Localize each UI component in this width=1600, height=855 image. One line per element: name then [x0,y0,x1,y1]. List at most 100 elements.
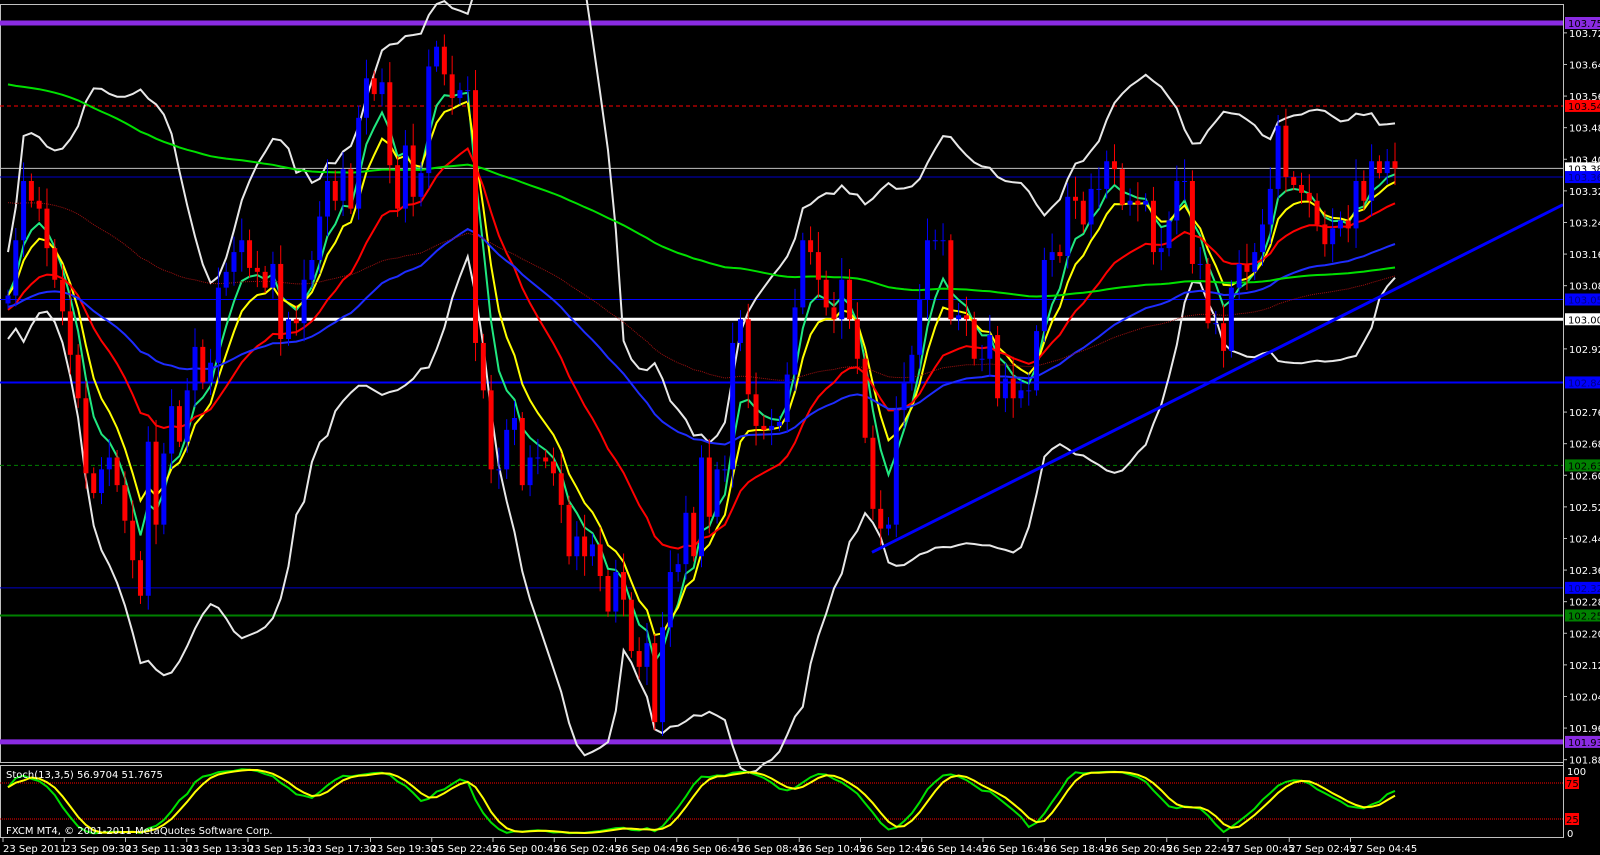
time-tick-label: 23 Sep 11:30 [126,844,193,855]
candle-body [1205,263,1211,324]
candle-body [1322,224,1328,245]
candle [1205,258,1211,329]
candle-body [917,299,923,355]
candle-body [184,390,190,442]
price-level-tag-label: 103.750 [1568,19,1600,30]
candle-body [1353,181,1359,229]
candle [1228,280,1234,358]
candle-body [1298,184,1304,193]
price-level-tag-label: 102.840 [1568,378,1600,389]
candle-body [987,335,993,359]
candle [652,634,658,731]
candle [161,442,167,535]
platform-caption: FXCM MT4, © 2001-2011 MetaQuotes Softwar… [6,826,273,837]
candle-body [1034,331,1040,391]
mt4-chart-window[interactable]: Stoch(13,3,5) 56.9704 51.7675 FXCM MT4, … [0,0,1600,855]
time-tick-label: 26 Sep 10:45 [799,844,866,855]
time-tick-label: 26 Sep 08:45 [738,844,805,855]
candle-body [1088,188,1094,225]
candle [348,163,354,214]
candle-body [1127,200,1133,205]
candle-body [737,319,743,343]
candle-body [317,216,323,260]
candle [395,156,401,217]
candle-body [745,319,751,395]
time-tick-label: 27 Sep 00:45 [1228,844,1295,855]
candle [691,506,697,562]
time-tick-label: 23 Sep 19:30 [371,844,438,855]
candle-body [1135,200,1141,205]
candle-body [543,457,549,462]
candle-body [901,382,907,411]
candle-body [1228,287,1234,351]
chart-background [0,0,1600,855]
candle-body [722,469,728,471]
candle-body [862,358,868,438]
candle-body [628,599,634,652]
price-tick-label: 102.365 [1569,566,1600,577]
candle [1041,247,1047,343]
time-tick-label: 23 Sep 13:30 [187,844,254,855]
candle-body [1197,263,1203,265]
candle-body [636,651,642,667]
candle-body [527,457,533,486]
candle-body [956,315,962,320]
candle-body [847,279,853,320]
stochastic-scale-max: 100 [1567,767,1586,778]
candle-body [441,46,447,75]
candle-body [387,82,393,166]
candle-body [893,410,899,525]
candle-body [496,469,502,471]
stochastic-level-tag-label: 75 [1566,779,1579,790]
price-tick-label: 101.965 [1569,724,1600,735]
candle-body [995,335,1001,399]
candle-body [1002,378,1008,399]
candle-body [566,504,572,557]
candle-body [28,181,34,201]
candle-body [823,279,829,308]
candle-body [909,354,915,383]
candle [948,234,954,325]
time-tick-label: 26 Sep 16:45 [983,844,1050,855]
candle-body [1306,192,1312,201]
candle [714,461,720,524]
candle-body [1010,378,1016,399]
candle-body [605,576,611,612]
price-tick-label: 102.925 [1569,345,1600,356]
candle-body [363,78,369,118]
candle-body [776,421,782,426]
candle-body [800,240,806,308]
candle-body [161,453,167,525]
candle-body [675,564,681,573]
candle-body [449,74,455,99]
candle-body [239,240,245,253]
price-tick-label: 102.765 [1569,408,1600,419]
candle-body [200,346,206,383]
price-tick-label: 102.525 [1569,503,1600,514]
price-level-tag-label: 102.630 [1568,461,1600,472]
candle-body [5,295,11,304]
price-tick-label: 103.325 [1569,187,1600,198]
candle-body [1221,323,1227,351]
candle-body [465,90,471,92]
time-tick-label: 26 Sep 02:45 [554,844,621,855]
candle-body [1096,188,1102,190]
time-tick-label: 27 Sep 02:45 [1289,844,1356,855]
candle [800,232,806,315]
candle-body [574,536,580,557]
candle-body [91,473,97,494]
candle-body [75,354,81,399]
time-tick-label: 26 Sep 18:45 [1044,844,1111,855]
candle-body [924,240,930,300]
candle-body [231,252,237,272]
candle-body [434,46,440,67]
candle-body [621,572,627,600]
candle [145,426,151,610]
candle-body [1213,323,1219,325]
candle-body [1252,252,1258,272]
candle-body [1275,125,1281,189]
candle [473,70,479,362]
candle-body [808,240,814,253]
time-tick-label: 26 Sep 04:45 [616,844,683,855]
price-tick-label: 102.045 [1569,692,1600,703]
